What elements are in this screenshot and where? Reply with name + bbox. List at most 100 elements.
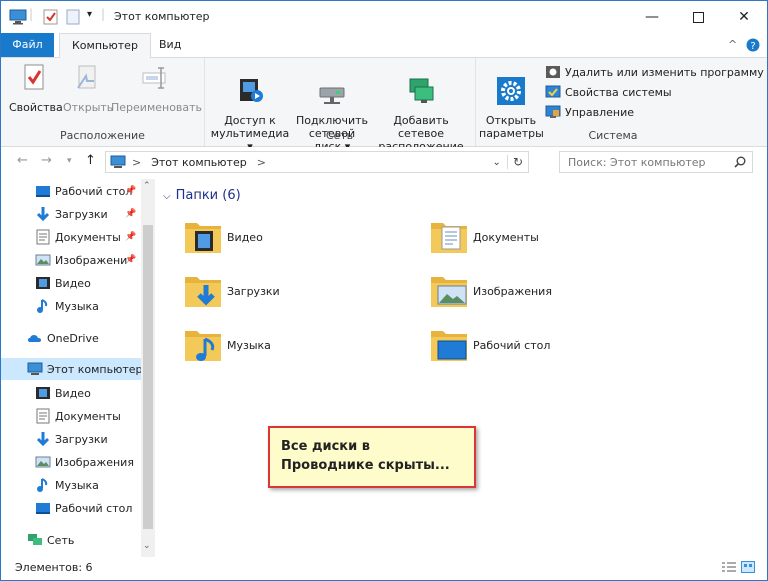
video-icon <box>36 277 50 289</box>
nav-item-music[interactable]: Музыка <box>1 295 141 317</box>
qa-separator: | <box>101 7 106 21</box>
music-folder-icon <box>185 331 221 361</box>
navigation-pane: Рабочий стол 📌 Загрузки 📌 Документы 📌 Из… <box>1 179 155 557</box>
search-input[interactable]: Поиск: Этот компьютер <box>568 156 706 169</box>
management-button[interactable]: Управление <box>545 103 634 121</box>
map-network-drive-icon <box>319 87 345 104</box>
folder-item-video[interactable]: Видео <box>183 213 263 261</box>
tab-file[interactable]: Файл <box>1 33 54 57</box>
folder-item-desktop[interactable]: Рабочий стол <box>429 321 550 369</box>
network-icon <box>28 534 42 545</box>
rename-button[interactable]: Переименовать <box>111 62 202 114</box>
open-button[interactable]: Открыть <box>63 62 114 114</box>
forward-arrow-icon[interactable]: → <box>41 153 52 168</box>
pictures-folder-icon <box>431 277 467 307</box>
nav-item-pictures[interactable]: Изображени 📌 <box>1 249 141 271</box>
large-icons-view-icon[interactable] <box>741 561 755 573</box>
nav-item-pc-music[interactable]: Музыка <box>1 474 141 496</box>
downloads-folder-icon <box>185 277 221 307</box>
properties-label: Свойства <box>9 101 63 114</box>
nav-item-onedrive[interactable]: OneDrive <box>1 327 141 349</box>
minimize-button[interactable]: — <box>629 1 675 33</box>
details-view-icon[interactable] <box>721 561 737 573</box>
nav-item-this-pc[interactable]: Этот компьютер <box>1 358 143 380</box>
group-title-network: Сеть <box>325 129 354 142</box>
onedrive-icon <box>28 335 41 342</box>
collapse-ribbon-icon[interactable]: ^ <box>728 38 737 51</box>
add-network-location-icon <box>409 78 434 103</box>
up-arrow-icon[interactable]: ↑ <box>85 153 96 168</box>
nav-item-desktop[interactable]: Рабочий стол 📌 <box>1 180 141 202</box>
address-bar[interactable]: > Этот компьютер > ⌄ ↻ <box>105 151 529 173</box>
scrollbar-thumb[interactable] <box>143 225 153 529</box>
close-icon: ✕ <box>738 9 750 25</box>
music-icon <box>37 299 48 313</box>
recent-locations-icon[interactable]: ▾ <box>67 156 72 166</box>
folder-item-pictures[interactable]: Изображения <box>429 267 552 315</box>
uninstall-button[interactable]: Удалить или изменить программу <box>545 63 764 81</box>
pin-icon: 📌 <box>125 209 137 219</box>
scroll-down-icon[interactable]: ⌄ <box>143 541 151 551</box>
open-icon <box>77 65 96 89</box>
close-button[interactable]: ✕ <box>721 1 767 33</box>
ribbon-tab-bar: Файл Компьютер Вид ^ ? <box>1 33 767 59</box>
qa-dropdown-icon[interactable]: ▾ <box>87 9 92 20</box>
desktop-icon <box>36 186 50 197</box>
folder-item-documents[interactable]: Документы <box>429 213 539 261</box>
nav-item-video[interactable]: Видео <box>1 272 141 294</box>
address-dropdown-icon[interactable]: ⌄ <box>493 157 501 168</box>
tab-computer[interactable]: Компьютер <box>59 33 151 59</box>
nav-item-pc-video[interactable]: Видео <box>1 382 141 404</box>
pictures-icon <box>35 254 51 266</box>
nav-item-pc-downloads[interactable]: Загрузки <box>1 428 141 450</box>
new-folder-icon[interactable] <box>65 9 81 25</box>
breadcrumb-this-pc[interactable]: Этот компьютер <box>151 156 247 169</box>
documents-icon <box>36 229 50 245</box>
properties-check-icon[interactable] <box>43 9 59 25</box>
management-icon <box>545 105 561 118</box>
system-properties-label: Свойства системы <box>565 85 672 99</box>
uninstall-label: Удалить или изменить программу <box>565 65 764 79</box>
folders-group-header[interactable]: ⌵ Папки (6) <box>163 188 241 203</box>
ribbon: Свойства Открыть Переименовать Расположе… <box>1 58 767 153</box>
nav-item-pc-desktop[interactable]: Рабочий стол <box>1 497 141 519</box>
computer-icon <box>110 155 126 168</box>
nav-item-pc-pictures[interactable]: Изображения <box>1 451 141 473</box>
tab-view[interactable]: Вид <box>147 33 193 57</box>
nav-scrollbar[interactable]: ⌃ ⌄ <box>141 179 155 557</box>
help-icon[interactable]: ? <box>746 38 760 52</box>
search-box[interactable]: Поиск: Этот компьютер <box>559 151 753 173</box>
nav-item-documents[interactable]: Документы 📌 <box>1 226 141 248</box>
svg-text:?: ? <box>750 41 755 52</box>
folder-item-downloads[interactable]: Загрузки <box>183 267 280 315</box>
documents-icon <box>36 408 50 424</box>
nav-item-network[interactable]: Сеть <box>1 529 141 551</box>
refresh-icon[interactable]: ↻ <box>506 155 528 169</box>
scroll-up-icon[interactable]: ⌃ <box>143 181 151 191</box>
maximize-icon <box>692 11 704 23</box>
nav-item-pc-documents[interactable]: Документы <box>1 405 141 427</box>
media-access-icon <box>240 79 263 102</box>
chevron-down-icon: ⌵ <box>163 191 171 202</box>
group-title-system: Система <box>588 129 638 142</box>
maximize-button[interactable] <box>675 1 721 33</box>
rename-icon <box>142 67 166 89</box>
title-bar: | ▾ | Этот компьютер — ✕ <box>1 1 767 33</box>
window-title: Этот компьютер <box>114 10 210 23</box>
folder-item-music[interactable]: Музыка <box>183 321 271 369</box>
open-label: Открыть <box>63 101 114 114</box>
video-folder-icon <box>185 223 221 253</box>
video-icon <box>36 387 50 399</box>
back-arrow-icon[interactable]: ← <box>17 153 28 168</box>
pictures-icon <box>35 456 51 468</box>
system-properties-button[interactable]: Свойства системы <box>545 83 672 101</box>
items-count: Элементов: 6 <box>15 561 93 574</box>
annotation-callout: Все диски в Проводнике скрыты... <box>268 426 476 488</box>
search-icon <box>734 156 746 168</box>
system-properties-icon <box>545 85 561 98</box>
nav-item-downloads[interactable]: Загрузки 📌 <box>1 203 141 225</box>
content-pane: ⌵ Папки (6) Видео Документы Загрузки Изо… <box>155 179 767 557</box>
uninstall-icon <box>546 66 560 78</box>
properties-button[interactable]: Свойства <box>9 62 63 114</box>
status-bar: Элементов: 6 <box>1 557 767 579</box>
